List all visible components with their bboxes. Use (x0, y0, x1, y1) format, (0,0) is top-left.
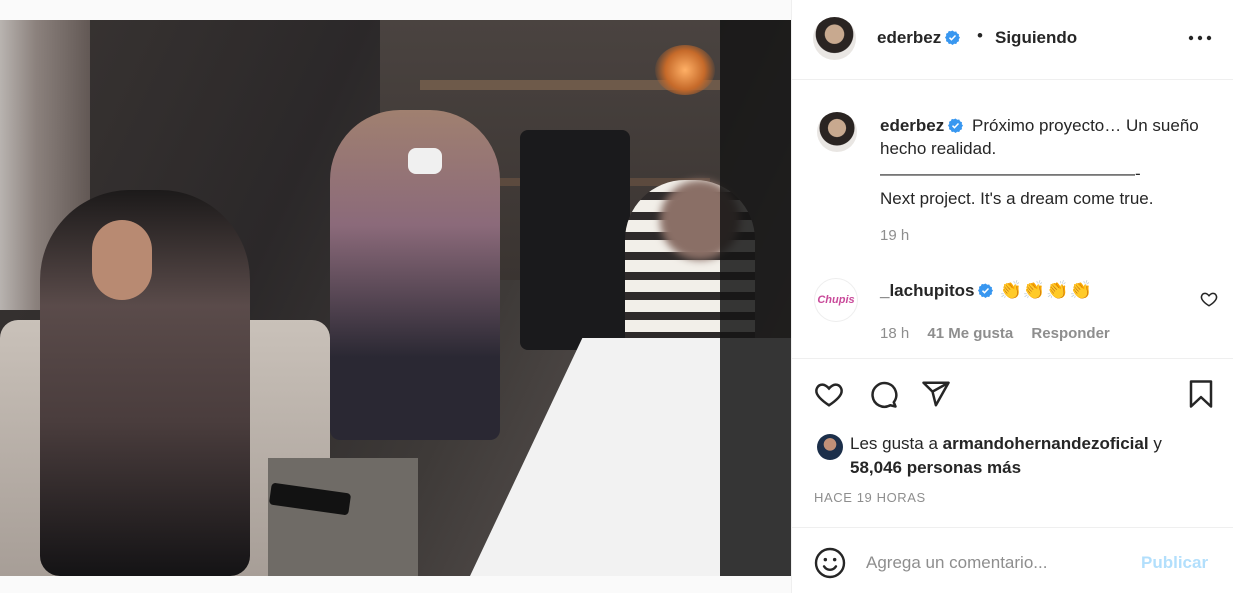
caption-author-avatar[interactable] (817, 112, 857, 152)
bookmark-icon[interactable] (1186, 379, 1216, 409)
caption-line-divider: ———————————————- (880, 164, 1141, 183)
comment-likes[interactable]: 41 Me gusta (927, 325, 1013, 342)
likes-connector: y (1153, 434, 1162, 453)
verified-icon (978, 283, 994, 298)
likes-line: Les gusta a armandohernandezoficial y (850, 432, 1162, 456)
comment-text: _lachupitos 👏👏👏👏 (880, 280, 1093, 301)
liker-avatar[interactable] (817, 434, 843, 460)
comment-meta: 18 h 41 Me gusta Responder (880, 325, 1124, 342)
post-header: ederbez • Siguiendo (792, 0, 1233, 80)
author-username[interactable]: ederbez (877, 28, 961, 48)
action-bar (792, 358, 1233, 428)
more-icon[interactable] (1187, 28, 1213, 48)
photo-lamp (655, 45, 715, 95)
heart-icon[interactable] (814, 379, 844, 409)
comment-icon[interactable] (868, 379, 898, 409)
photo-actor-face (92, 220, 152, 300)
likes-count-button[interactable]: 58,046 personas más (850, 456, 1021, 480)
comment-like-heart-icon[interactable] (1200, 290, 1218, 308)
verified-icon (945, 30, 961, 45)
comment-input[interactable] (866, 548, 1126, 578)
commenter-avatar-text: Chupis (817, 294, 855, 306)
caption-username-text[interactable]: ederbez (880, 116, 944, 135)
post-timestamp[interactable]: HACE 19 HORAS (814, 490, 926, 505)
caption-username[interactable]: ederbez (880, 116, 964, 135)
photo-dark-edge (720, 20, 791, 576)
commenter-avatar[interactable]: Chupis (814, 278, 858, 322)
header-separator: • (977, 26, 983, 45)
caption-text: ederbez Próximo proyecto… Un sueño hecho… (880, 114, 1210, 210)
verified-icon (948, 118, 964, 133)
comment-body: 👏👏👏👏 (999, 280, 1094, 300)
publish-button[interactable]: Publicar (1141, 553, 1208, 573)
share-icon[interactable] (921, 379, 951, 409)
post-photo[interactable] (0, 20, 791, 576)
commenter-username[interactable]: _lachupitos (880, 281, 974, 300)
caption-time[interactable]: 19 h (880, 227, 909, 244)
caption-line-english: Next project. It's a dream come true. (880, 189, 1154, 208)
add-comment-bar: Publicar (792, 527, 1233, 593)
follow-status-button[interactable]: Siguiendo (995, 28, 1077, 48)
author-username-text[interactable]: ederbez (877, 28, 941, 47)
author-avatar[interactable] (813, 17, 856, 60)
emoji-icon[interactable] (814, 547, 846, 579)
post-panel: ederbez • Siguiendo ederbez Próximo proy… (791, 0, 1233, 593)
photo-face-mask (408, 148, 442, 174)
photo-camera-rig (520, 130, 630, 350)
liker-username[interactable]: armandohernandezoficial (943, 434, 1149, 453)
comment-reply-button[interactable]: Responder (1031, 325, 1109, 342)
photo-side-table (268, 458, 418, 576)
comment-time[interactable]: 18 h (880, 325, 909, 342)
likes-prefix: Les gusta a (850, 434, 938, 453)
